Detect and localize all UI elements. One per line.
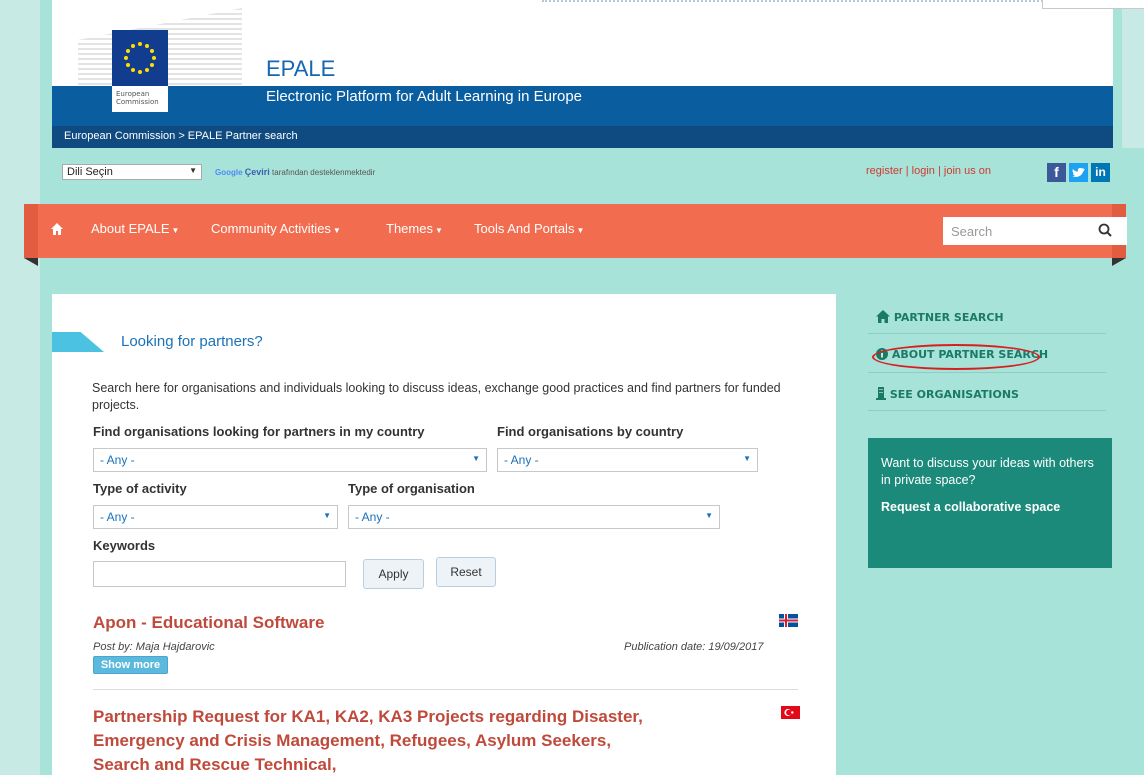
result-title-line[interactable]: Search and Rescue Technical, (93, 755, 336, 775)
translate-link[interactable]: Çeviri (245, 167, 270, 177)
site-subtitle: Electronic Platform for Adult Learning i… (266, 88, 583, 105)
keywords-input[interactable] (93, 561, 346, 587)
nav-item-label: Themes (386, 221, 433, 236)
select-value: - Any - (355, 510, 390, 524)
my-country-label: Find organisations looking for partners … (93, 424, 425, 439)
language-select-value: Dili Seçin (67, 166, 113, 178)
sidebar-partner-search[interactable]: PARTNER SEARCH (876, 310, 1004, 324)
apply-button[interactable]: Apply (363, 559, 424, 589)
chevron-down-icon: ▼ (189, 166, 197, 175)
keywords-label: Keywords (93, 538, 156, 553)
intro-text: Search here for organisations and indivi… (92, 381, 781, 412)
nav-item-label: Community Activities (211, 221, 331, 236)
page-right-margin (1122, 0, 1144, 148)
nav-item-label: About EPALE (91, 221, 170, 236)
register-link[interactable]: register (866, 165, 903, 177)
nav-tools-and-portals[interactable]: Tools And Portals ▼ (474, 221, 584, 236)
ec-logo-label: European Commission (112, 86, 168, 112)
request-collaborative-space-link[interactable]: Request a collaborative space (881, 499, 1081, 516)
main-content-card (52, 294, 836, 775)
chevron-down-icon: ▼ (323, 511, 331, 520)
separator: | (905, 165, 909, 177)
result-title-line[interactable]: Partnership Request for KA1, KA2, KA3 Pr… (93, 707, 643, 727)
nav-ribbon-fold-left (24, 258, 38, 266)
sidebar-divider (868, 410, 1106, 411)
nav-community-activities[interactable]: Community Activities ▼ (211, 221, 341, 236)
chevron-down-icon: ▼ (472, 454, 480, 463)
page-title: Looking for partners? (121, 333, 263, 350)
breadcrumb[interactable]: European Commission > EPALE Partner sear… (64, 130, 298, 142)
sidebar-divider (868, 372, 1106, 373)
sidebar-see-organisations[interactable]: SEE ORGANISATIONS (876, 386, 1019, 401)
result-divider (93, 689, 798, 690)
publication-date: Publication date: 19/09/2017 (624, 641, 764, 653)
my-country-select[interactable]: - Any - ▼ (93, 448, 487, 472)
org-type-select[interactable]: - Any - ▼ (348, 505, 720, 529)
nav-item-label: Tools And Portals (474, 221, 575, 236)
nav-about-epale[interactable]: About EPALE ▼ (91, 221, 179, 236)
caret-down-icon: ▼ (332, 226, 341, 235)
sidebar-link-label: PARTNER SEARCH (893, 311, 1004, 324)
join-us-text: join us on (943, 165, 991, 177)
site-title[interactable]: EPALE (266, 56, 335, 82)
result-title[interactable]: Apon - Educational Software (93, 613, 324, 633)
org-type-label: Type of organisation (348, 481, 475, 496)
top-links-strip (542, 0, 1102, 10)
activity-type-label: Type of activity (93, 481, 187, 496)
language-select[interactable]: Dili Seçin ▼ (62, 164, 202, 180)
highlight-ellipse (872, 344, 1040, 370)
page-left-margin (0, 0, 40, 775)
separator: | (937, 165, 941, 177)
activity-type-select[interactable]: - Any - ▼ (93, 505, 338, 529)
sidebar-link-label: SEE ORGANISATIONS (889, 388, 1019, 401)
caret-down-icon: ▼ (434, 226, 443, 235)
translate-credit-text: tarafından desteklenmektedir (272, 168, 376, 177)
show-more-button[interactable]: Show more (93, 656, 168, 674)
caret-down-icon: ▼ (576, 226, 585, 235)
home-icon[interactable] (48, 222, 66, 240)
top-language-box[interactable] (1042, 0, 1144, 9)
result-title-line[interactable]: Emergency and Crisis Management, Refugee… (93, 731, 611, 751)
translate-credit: Google Çeviri tarafından desteklenmekted… (215, 167, 375, 177)
ec-blue-band (52, 86, 1113, 126)
home-icon (876, 310, 890, 323)
google-logo: Google (215, 168, 243, 177)
reset-button[interactable]: Reset (436, 557, 496, 587)
nav-ribbon-fold-right (1112, 258, 1126, 266)
facebook-icon[interactable]: f (1047, 163, 1066, 182)
select-value: - Any - (100, 510, 135, 524)
chevron-down-icon: ▼ (743, 454, 751, 463)
building-icon (876, 387, 886, 400)
by-country-label: Find organisations by country (497, 424, 684, 439)
promo-text: Want to discuss your ideas with others i… (881, 456, 1094, 487)
iceland-flag-icon (779, 612, 798, 627)
twitter-icon[interactable] (1069, 163, 1088, 182)
eu-flag-icon[interactable] (112, 30, 168, 86)
sidebar-divider (868, 333, 1106, 334)
nav-ribbon-left (24, 204, 38, 258)
login-link[interactable]: login (912, 165, 935, 177)
caret-down-icon: ▼ (171, 226, 180, 235)
turkey-flag-icon (781, 704, 800, 719)
account-links: register | login | join us on (866, 165, 991, 177)
select-value: - Any - (504, 453, 539, 467)
chevron-down-icon: ▼ (705, 511, 713, 520)
by-country-select[interactable]: - Any - ▼ (497, 448, 758, 472)
search-icon[interactable] (1096, 221, 1116, 241)
post-author: Post by: Maja Hajdarovic (93, 641, 215, 653)
linkedin-icon[interactable]: in (1091, 163, 1110, 182)
ec-label-line1: European (116, 90, 150, 98)
nav-themes[interactable]: Themes ▼ (386, 221, 443, 236)
ec-header: European Commission EPALE Electronic Pla… (52, 0, 1144, 148)
select-value: - Any - (100, 453, 135, 467)
ec-label-line2: Commission (116, 98, 159, 106)
